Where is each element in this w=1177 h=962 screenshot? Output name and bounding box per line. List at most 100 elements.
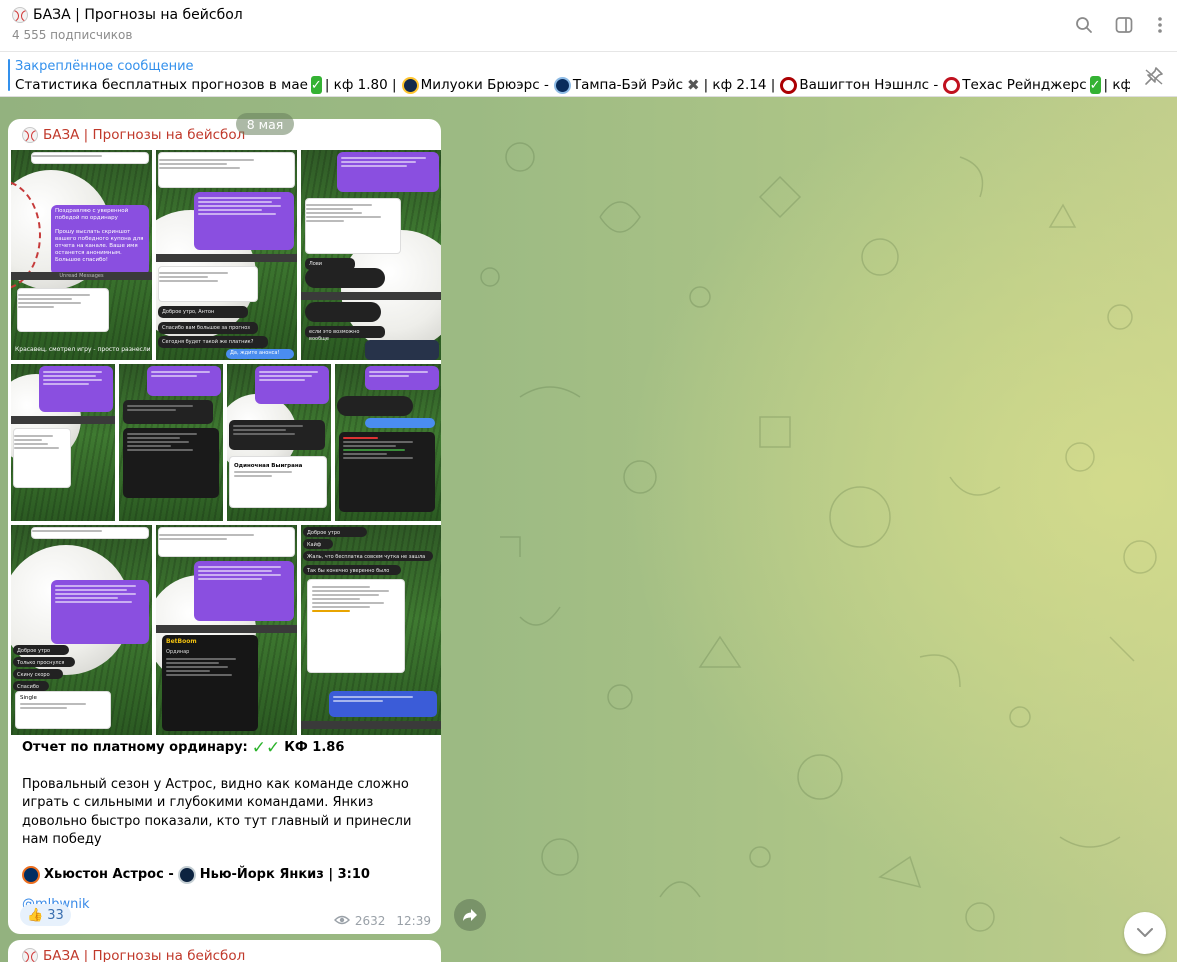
unread-bar	[301, 721, 441, 729]
post-meta: 2632 12:39	[333, 914, 431, 928]
pinned-text-6: Вашигтон Нэшнлс -	[799, 77, 939, 93]
caption-result: Хьюстон Астрос - Нью-Йорк Янкиз | 3:10	[22, 865, 432, 885]
reply-text: Скину скоро	[17, 672, 50, 678]
share-arrow-icon	[463, 909, 477, 921]
channel-mention-link[interactable]: @mlbwnik	[22, 896, 432, 915]
baseball-avatar-icon	[22, 127, 38, 143]
congrats-card	[337, 152, 439, 192]
channel-title[interactable]: БАЗА | Прогнозы на бейсбол	[12, 7, 243, 23]
reply-text: Только проснулся	[17, 660, 65, 666]
reply-bubble: Так бы конечно уверенно было	[303, 565, 401, 575]
post-time: 12:39	[396, 914, 431, 928]
media-thumbnail-3[interactable]: Лови если это возможно вообще	[301, 150, 441, 360]
media-thumbnail-1[interactable]: Поздравляю с уверенной победой по ордина…	[11, 150, 152, 360]
unread-bar	[301, 292, 441, 300]
pinned-text-4: Тампа-Бэй Рэйс	[572, 77, 683, 93]
reply-text: Жаль, что бесплатка совсем чутка не зашл…	[307, 554, 426, 560]
share-button[interactable]	[454, 899, 486, 931]
chat-header: БАЗА | Прогнозы на бейсбол 4 555 подписч…	[0, 0, 1177, 52]
voice-message	[305, 302, 381, 322]
baseball-avatar-icon	[22, 948, 38, 962]
media-thumbnail-7[interactable]	[335, 364, 441, 521]
astros-logo-icon	[22, 865, 40, 884]
channel-name: БАЗА | Прогнозы на бейсбол	[33, 7, 243, 23]
reply-bubble	[329, 691, 437, 717]
post-caption: Отчет по платному ординару: ✓✓ КФ 1.86 П…	[22, 739, 432, 915]
coupon-card: Single	[15, 691, 111, 729]
reply-bubble: Жаль, что бесплатка совсем чутка не зашл…	[303, 551, 433, 561]
reply-bubble: если это возможно вообще	[305, 326, 385, 342]
voice-message	[337, 396, 413, 416]
reply-bubble	[365, 418, 435, 428]
reply-bubble	[229, 420, 325, 450]
coupon-card	[31, 152, 149, 164]
reply-bubble: Кайф	[303, 539, 333, 549]
check-mark-icon: ✓	[310, 76, 322, 94]
caption-odds: КФ 1.86	[284, 740, 345, 755]
reply-bubble: Сегодня будет такой же платник?	[158, 336, 268, 348]
coupon-card	[158, 266, 258, 302]
subscriber-count: 4 555 подписчиков	[12, 28, 133, 42]
congrats-card	[194, 192, 294, 250]
reply-text: Доброе утро	[17, 648, 51, 654]
post-author[interactable]: БАЗА | Прогнозы на бейсбол	[22, 948, 245, 962]
yankees-logo-icon	[177, 865, 196, 884]
brewers-logo-icon	[401, 76, 419, 94]
coupon-card	[17, 288, 109, 332]
media-thumbnail-9[interactable]: BetBoom Ординар	[156, 525, 297, 735]
sidebar-toggle-icon[interactable]	[1114, 15, 1134, 35]
bookmaker-brand: BetBoom	[166, 638, 197, 645]
media-thumbnail-5[interactable]	[119, 364, 223, 521]
chat-area[interactable]: БАЗА | Прогнозы на бейсбол Поздравляю с …	[0, 97, 1177, 962]
pinned-label: Закреплённое сообщение	[15, 59, 194, 74]
reply-bubble	[123, 400, 213, 424]
search-icon[interactable]	[1074, 15, 1094, 35]
caption-headline: Отчет по платному ординару: ✓✓ КФ 1.86	[22, 739, 432, 758]
reply-text: Так бы конечно уверенно было	[307, 568, 390, 574]
reply-text: Доброе утро	[307, 530, 341, 536]
nationals-logo-icon	[780, 76, 798, 94]
coupon-type: Single	[20, 695, 37, 701]
congrats-card	[39, 366, 113, 412]
congrats-card	[365, 366, 439, 390]
team1-text: Хьюстон Астрос -	[44, 866, 174, 882]
media-thumbnail-8[interactable]: Доброе утро Только проснулся Скину скоро…	[11, 525, 152, 735]
pinned-text-5: | кф 2.14 |	[703, 77, 776, 93]
media-thumbnail-2[interactable]: Доброе утро, Антон Спасибо вам большое з…	[156, 150, 297, 360]
coupon-card	[13, 428, 71, 488]
baseball-avatar-icon	[12, 7, 28, 23]
betting-app-screenshot: BetBoom Ординар	[162, 635, 258, 731]
coupon-card	[158, 152, 295, 188]
channel-post[interactable]: БАЗА | Прогнозы на бейсбол Поздравляю с …	[8, 119, 441, 934]
unread-bar	[11, 416, 115, 424]
voice-message	[305, 268, 385, 288]
reply-bubble	[365, 340, 439, 360]
reaction-count: 33	[47, 907, 64, 923]
media-thumbnail-6[interactable]: Одиночная Выиграна	[227, 364, 331, 521]
pinned-message[interactable]: Закреплённое сообщение Статистика беспла…	[0, 53, 1177, 97]
media-thumbnail-10[interactable]: Доброе утро Кайф Жаль, что бесплатка сов…	[301, 525, 441, 735]
pinned-text-2: | кф 1.80 |	[324, 77, 397, 93]
unread-bar	[156, 254, 297, 262]
request-text: Прошу выслать скриншот вашего победного …	[55, 229, 144, 263]
reply-bubble: Доброе утро	[303, 527, 367, 537]
more-vertical-icon[interactable]	[1150, 15, 1170, 35]
scroll-down-button[interactable]	[1124, 912, 1166, 954]
post-author[interactable]: БАЗА | Прогнозы на бейсбол	[22, 127, 245, 143]
coupon-card	[31, 527, 149, 539]
next-channel-post[interactable]: БАЗА | Прогнозы на бейсбол	[8, 940, 441, 962]
reply-text: Кайф	[307, 542, 322, 548]
unpin-icon[interactable]	[1143, 65, 1165, 87]
reaction-button[interactable]: 👍 33	[20, 904, 71, 926]
reply-bubble: Только проснулся	[13, 657, 75, 667]
team2-text: Нью-Йорк Янкиз | 3:10	[199, 866, 370, 882]
coupon-card	[339, 432, 435, 512]
rangers-logo-icon	[943, 76, 961, 94]
date-chip: 8 мая	[236, 113, 294, 135]
coupon-status: Одиночная Выиграна	[234, 463, 303, 469]
caption-body: Провальный сезон у Астрос, видно как ком…	[22, 776, 412, 848]
coupon-card	[158, 527, 295, 557]
media-thumbnail-4[interactable]	[11, 364, 115, 521]
pinned-text: Статистика бесплатных прогнозов в мае ✓ …	[15, 76, 1130, 94]
chevron-down-icon	[1137, 928, 1153, 937]
